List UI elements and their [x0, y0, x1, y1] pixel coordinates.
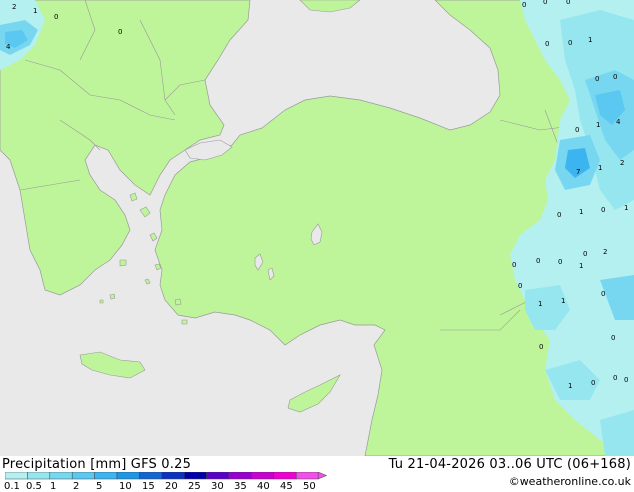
precip-value: 0	[545, 40, 549, 48]
precip-value: 4	[6, 43, 11, 51]
color-scale-swatch	[116, 472, 140, 480]
color-scale-label: 1	[50, 481, 57, 492]
color-scale-swatch	[27, 472, 51, 480]
precip-value: 1	[579, 262, 583, 270]
color-scale-swatch	[273, 472, 297, 480]
color-scale-label: 30	[211, 481, 224, 492]
precip-value: 0	[595, 75, 599, 83]
precip-value: 0	[613, 73, 617, 81]
precip-value: 0	[613, 374, 617, 382]
precip-value: 0	[557, 211, 561, 219]
color-scale-label: 40	[257, 481, 270, 492]
precipitation-map: 2 1 0 4 0 0 0 0 0 0 1 0 0 1 4 0 1 2 7 1 …	[0, 0, 634, 456]
precip-value: 1	[588, 36, 592, 44]
color-scale-swatch	[206, 472, 230, 480]
color-scale-swatch	[295, 472, 319, 480]
precip-value: 1	[561, 297, 565, 305]
precip-value: 0	[591, 379, 595, 387]
precip-value: 0	[611, 334, 615, 342]
color-scale-swatch	[251, 472, 275, 480]
precip-value: 1	[624, 204, 628, 212]
color-scale-swatch	[5, 472, 28, 480]
precip-value: 1	[33, 7, 37, 15]
precip-value: 7	[576, 168, 580, 176]
land-cyprus	[287, 374, 341, 413]
precip-value: 4	[616, 118, 621, 126]
color-scale-swatch	[228, 472, 252, 480]
precip-value: 0	[558, 258, 562, 266]
color-scale-swatch	[94, 472, 118, 480]
precip-value: 1	[579, 208, 583, 216]
precip-value: 0	[543, 0, 547, 6]
precip-value: 0	[518, 282, 522, 290]
precip-value: 0	[512, 261, 516, 269]
precip-value: 2	[620, 159, 624, 167]
color-scale-swatch	[71, 472, 95, 480]
color-scale-label: 25	[188, 481, 201, 492]
color-scale-swatch	[49, 472, 73, 480]
color-scale-bar	[5, 472, 328, 480]
valid-time: Tu 21-04-2026 03..06 UTC (06+168)	[388, 457, 631, 472]
precip-value: 0	[568, 39, 572, 47]
precip-value: 0	[522, 1, 526, 9]
color-scale-swatch	[161, 472, 185, 480]
color-scale-label: 10	[119, 481, 132, 492]
color-scale-label: 35	[234, 481, 247, 492]
color-scale-label: 15	[142, 481, 155, 492]
precip-value: 0	[601, 290, 605, 298]
precip-value: 0	[539, 343, 543, 351]
precip-value: 0	[566, 0, 570, 6]
map-title: Precipitation [mm] GFS 0.25	[2, 457, 192, 472]
color-scale-label: 0.1	[4, 481, 20, 492]
color-scale-swatch	[139, 472, 163, 480]
precip-value: 1	[538, 300, 542, 308]
color-scale-arrow	[317, 472, 328, 480]
precip-value: 0	[118, 28, 122, 36]
color-scale-label: 45	[280, 481, 293, 492]
precip-value: 0	[583, 250, 587, 258]
color-scale-label: 5	[96, 481, 103, 492]
color-scale-label: 2	[73, 481, 80, 492]
credit-text: ©weatheronline.co.uk	[508, 475, 631, 488]
precip-value: 1	[568, 382, 572, 390]
precip-value: 0	[54, 13, 58, 21]
precip-value: 2	[603, 248, 607, 256]
color-scale-label: 20	[165, 481, 178, 492]
color-scale-label: 50	[303, 481, 316, 492]
precip-value: 0	[601, 206, 605, 214]
land-crete	[79, 351, 146, 379]
color-scale-swatch	[183, 472, 207, 480]
precip-value: 2	[12, 3, 16, 11]
land-crimea	[299, 0, 361, 13]
map-footer: Precipitation [mm] GFS 0.25 Tu 21-04-202…	[0, 456, 634, 492]
color-scale-label: 0.5	[26, 481, 42, 492]
precip-value: 0	[536, 257, 540, 265]
precip-value: 0	[624, 376, 628, 384]
precip-value: 1	[598, 164, 602, 172]
map-canvas: 2 1 0 4 0 0 0 0 0 0 1 0 0 1 4 0 1 2 7 1 …	[0, 0, 634, 456]
precip-value: 1	[596, 121, 600, 129]
precip-value: 0	[575, 126, 579, 134]
